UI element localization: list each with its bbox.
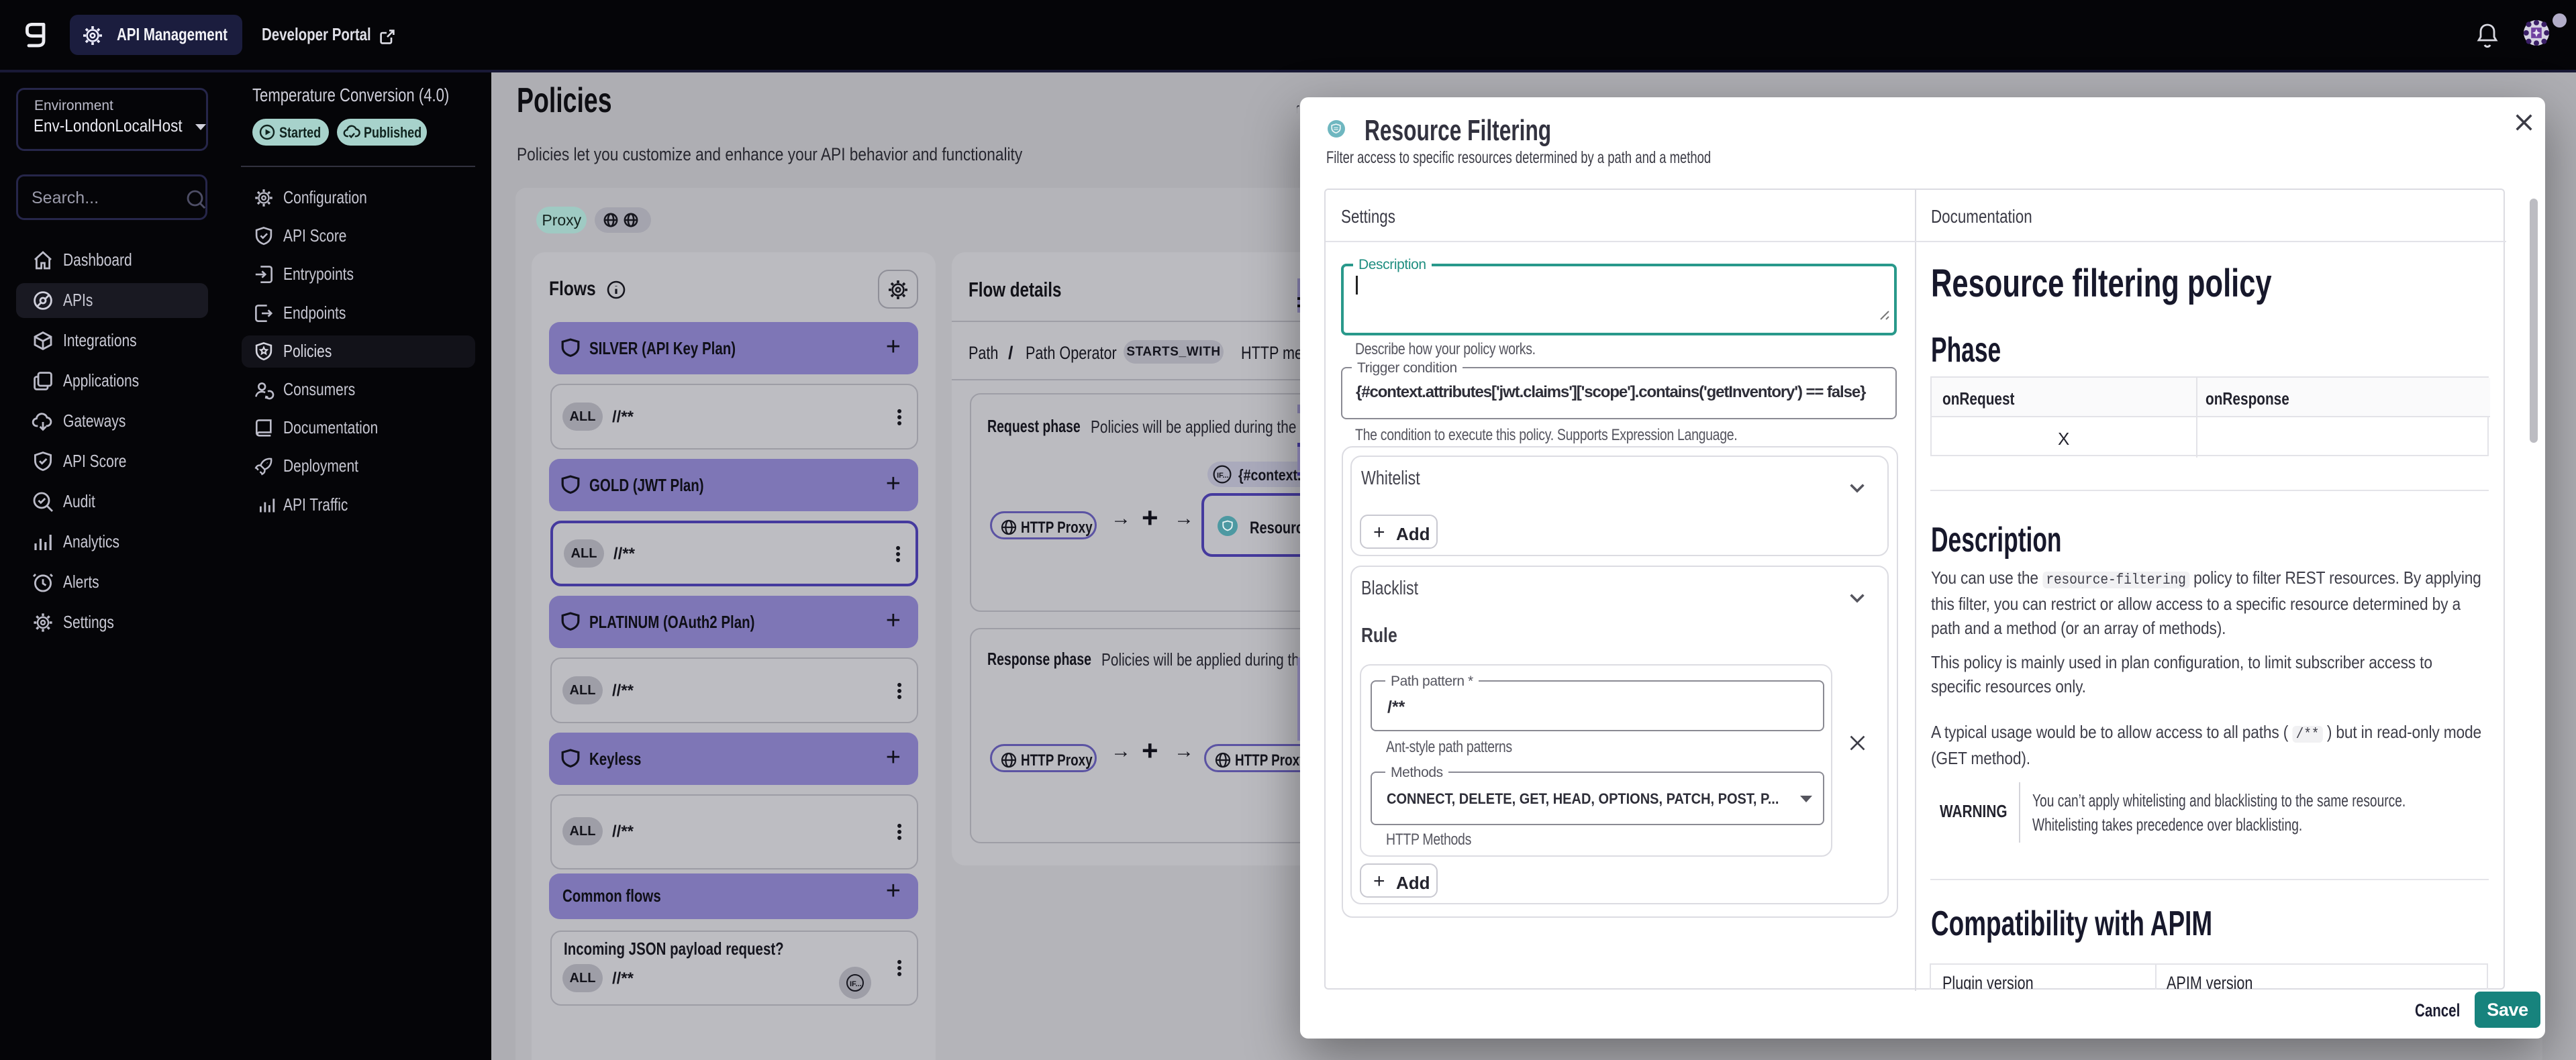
svg-text:IF...: IF... — [1217, 472, 1229, 480]
svg-text:IF...: IF... — [850, 980, 862, 988]
